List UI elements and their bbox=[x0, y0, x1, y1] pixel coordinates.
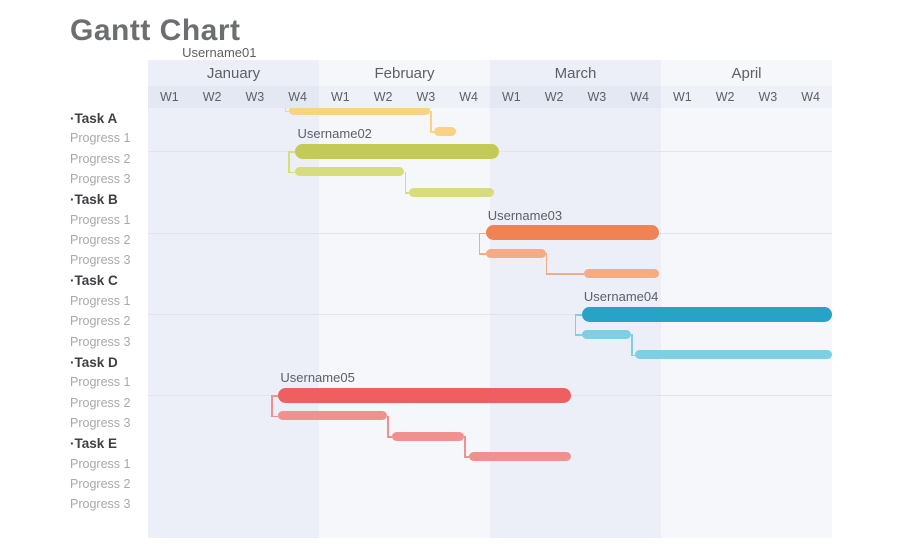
connector-horizontal-task-b-top bbox=[288, 151, 296, 153]
progress-label-9-progress-1: Progress 1 bbox=[70, 294, 131, 309]
progress-bar-task-b-1[interactable] bbox=[295, 167, 405, 177]
connector-vertical-task-b-1 bbox=[404, 171, 406, 193]
week-label-march-w3: W3 bbox=[587, 90, 607, 104]
progress-label-15-progress-3: Progress 3 bbox=[70, 416, 131, 431]
assignee-label-task-c: Username03 bbox=[487, 207, 563, 223]
progress-label-11-progress-3: Progress 3 bbox=[70, 334, 131, 349]
task-label-12-task-d[interactable]: ·Task D bbox=[0, 352, 148, 372]
week-label-january-w3: W3 bbox=[245, 90, 265, 104]
week-label-january-w2: W2 bbox=[202, 90, 222, 104]
progress-label-17-progress-1: Progress 1 bbox=[70, 456, 131, 471]
connector-horizontal-task-c-0 bbox=[478, 253, 486, 255]
assignee-label-task-e: Username05 bbox=[280, 370, 355, 386]
connector-horizontal-task-d-0 bbox=[574, 334, 582, 336]
week-label-january-w1: W1 bbox=[160, 90, 179, 104]
progress-label-14-progress-2: Progress 2 bbox=[70, 395, 131, 410]
week-label-april-w2: W2 bbox=[715, 90, 735, 104]
week-label-february-w1: W1 bbox=[331, 90, 350, 104]
week-group-february: W1 W2 W3 W4 bbox=[319, 86, 490, 108]
month-band-april bbox=[661, 60, 832, 538]
connector-vertical-task-e-0 bbox=[271, 395, 273, 416]
week-label-february-w2: W2 bbox=[373, 90, 393, 104]
task-bar-task-d[interactable] bbox=[581, 306, 832, 322]
progress-bar-task-e-1[interactable] bbox=[278, 411, 388, 421]
progress-bar-task-c-1[interactable] bbox=[485, 248, 546, 258]
connector-vertical-task-e-2 bbox=[464, 436, 466, 457]
month-band-january bbox=[148, 60, 319, 538]
week-group-april: W1 W2 W3 W4 bbox=[661, 86, 832, 108]
connector-vertical-task-a-2 bbox=[430, 110, 432, 132]
page-title: Gantt Chart bbox=[70, 14, 241, 47]
connector-vertical-task-d-0 bbox=[574, 314, 577, 335]
connector-horizontal-task-b-1 bbox=[404, 192, 409, 194]
week-label-april-w1: W1 bbox=[673, 90, 692, 104]
task-label-4-task-b[interactable]: ·Task B bbox=[0, 189, 148, 209]
week-label-february-w3: W3 bbox=[416, 90, 436, 104]
connector-vertical-task-c-0 bbox=[478, 232, 481, 254]
connector-horizontal-task-b-0 bbox=[288, 171, 296, 174]
task-label-8-task-c[interactable]: ·Task C bbox=[0, 271, 148, 291]
progress-bar-task-b-2[interactable] bbox=[408, 187, 495, 197]
task-bar-task-c[interactable] bbox=[485, 225, 659, 241]
assignee-label-task-b: Username02 bbox=[297, 126, 372, 142]
task-bar-task-b[interactable] bbox=[295, 143, 499, 159]
progress-label-5-progress-1: Progress 1 bbox=[70, 212, 131, 227]
progress-label-18-progress-2: Progress 2 bbox=[70, 477, 131, 492]
month-label-april: April bbox=[661, 60, 832, 86]
week-header-row: W1 W2 W3 W4 W1 W2 W3 W4 W1 W2 W3 W4 W1 W2 W3 W4 bbox=[148, 86, 832, 108]
week-label-march-w2: W2 bbox=[544, 90, 564, 104]
row-label-column: ·Task A Progress 1 Progress 2 Progress 3 ·Ta… bbox=[0, 108, 148, 515]
task-bar-task-e[interactable] bbox=[278, 387, 572, 403]
task-label-0-task-a[interactable]: ·Task A bbox=[0, 108, 148, 128]
chart-grid bbox=[148, 60, 832, 538]
progress-bar-task-a-3[interactable] bbox=[434, 126, 456, 136]
month-label-february: February bbox=[319, 60, 490, 86]
connector-vertical-task-d-1 bbox=[631, 334, 633, 355]
month-label-march: March bbox=[490, 60, 661, 86]
progress-bar-task-e-2[interactable] bbox=[391, 431, 465, 441]
progress-label-2-progress-2: Progress 2 bbox=[70, 151, 131, 166]
month-label-january: January bbox=[148, 60, 319, 86]
connector-horizontal-task-e-1 bbox=[387, 436, 392, 438]
connector-horizontal-task-a-1 bbox=[284, 110, 290, 113]
week-label-march-w4: W4 bbox=[630, 90, 649, 104]
progress-bar-task-d-1[interactable] bbox=[581, 329, 632, 339]
progress-label-13-progress-1: Progress 1 bbox=[70, 375, 131, 390]
connector-horizontal-task-a-2 bbox=[430, 131, 435, 133]
connector-vertical-task-c-1 bbox=[545, 253, 548, 274]
connector-horizontal-task-e-2 bbox=[464, 456, 469, 458]
progress-bar-task-e-3[interactable] bbox=[468, 451, 572, 461]
week-label-april-w3: W3 bbox=[758, 90, 778, 104]
gantt-chart-page: Gantt Chart January February March April W1… bbox=[0, 0, 900, 552]
assignee-label-task-a: Username01 bbox=[182, 45, 257, 61]
progress-label-7-progress-3: Progress 3 bbox=[70, 253, 131, 268]
week-group-march: W1 W2 W3 W4 bbox=[490, 86, 661, 108]
connector-horizontal-task-d-top bbox=[574, 314, 582, 316]
connector-horizontal-task-e-0 bbox=[271, 415, 279, 418]
week-label-february-w4: W4 bbox=[459, 90, 478, 104]
connector-horizontal-task-e-top bbox=[271, 395, 279, 397]
progress-label-1-progress-1: Progress 1 bbox=[70, 131, 131, 146]
week-group-january: W1 W2 W3 W4 bbox=[148, 86, 319, 108]
progress-label-6-progress-2: Progress 2 bbox=[70, 233, 131, 248]
connector-horizontal-task-c-top bbox=[478, 232, 486, 235]
progress-label-19-progress-3: Progress 3 bbox=[70, 497, 131, 512]
connector-vertical-task-b-0 bbox=[288, 151, 290, 172]
connector-vertical-task-e-1 bbox=[387, 415, 389, 437]
connector-horizontal-task-c-1 bbox=[545, 273, 585, 275]
week-label-april-w4: W4 bbox=[801, 90, 820, 104]
progress-label-10-progress-2: Progress 2 bbox=[70, 314, 131, 329]
connector-horizontal-task-d-1 bbox=[631, 354, 636, 357]
assignee-label-task-d: Username04 bbox=[583, 289, 659, 305]
week-label-march-w1: W1 bbox=[502, 90, 521, 104]
progress-bar-task-c-2[interactable] bbox=[584, 268, 659, 278]
month-header-row: January February March April bbox=[148, 60, 832, 86]
progress-bar-task-d-2[interactable] bbox=[635, 350, 832, 360]
task-label-16-task-e[interactable]: ·Task E bbox=[0, 433, 148, 453]
week-label-january-w4: W4 bbox=[288, 90, 307, 104]
progress-label-3-progress-3: Progress 3 bbox=[70, 172, 131, 187]
